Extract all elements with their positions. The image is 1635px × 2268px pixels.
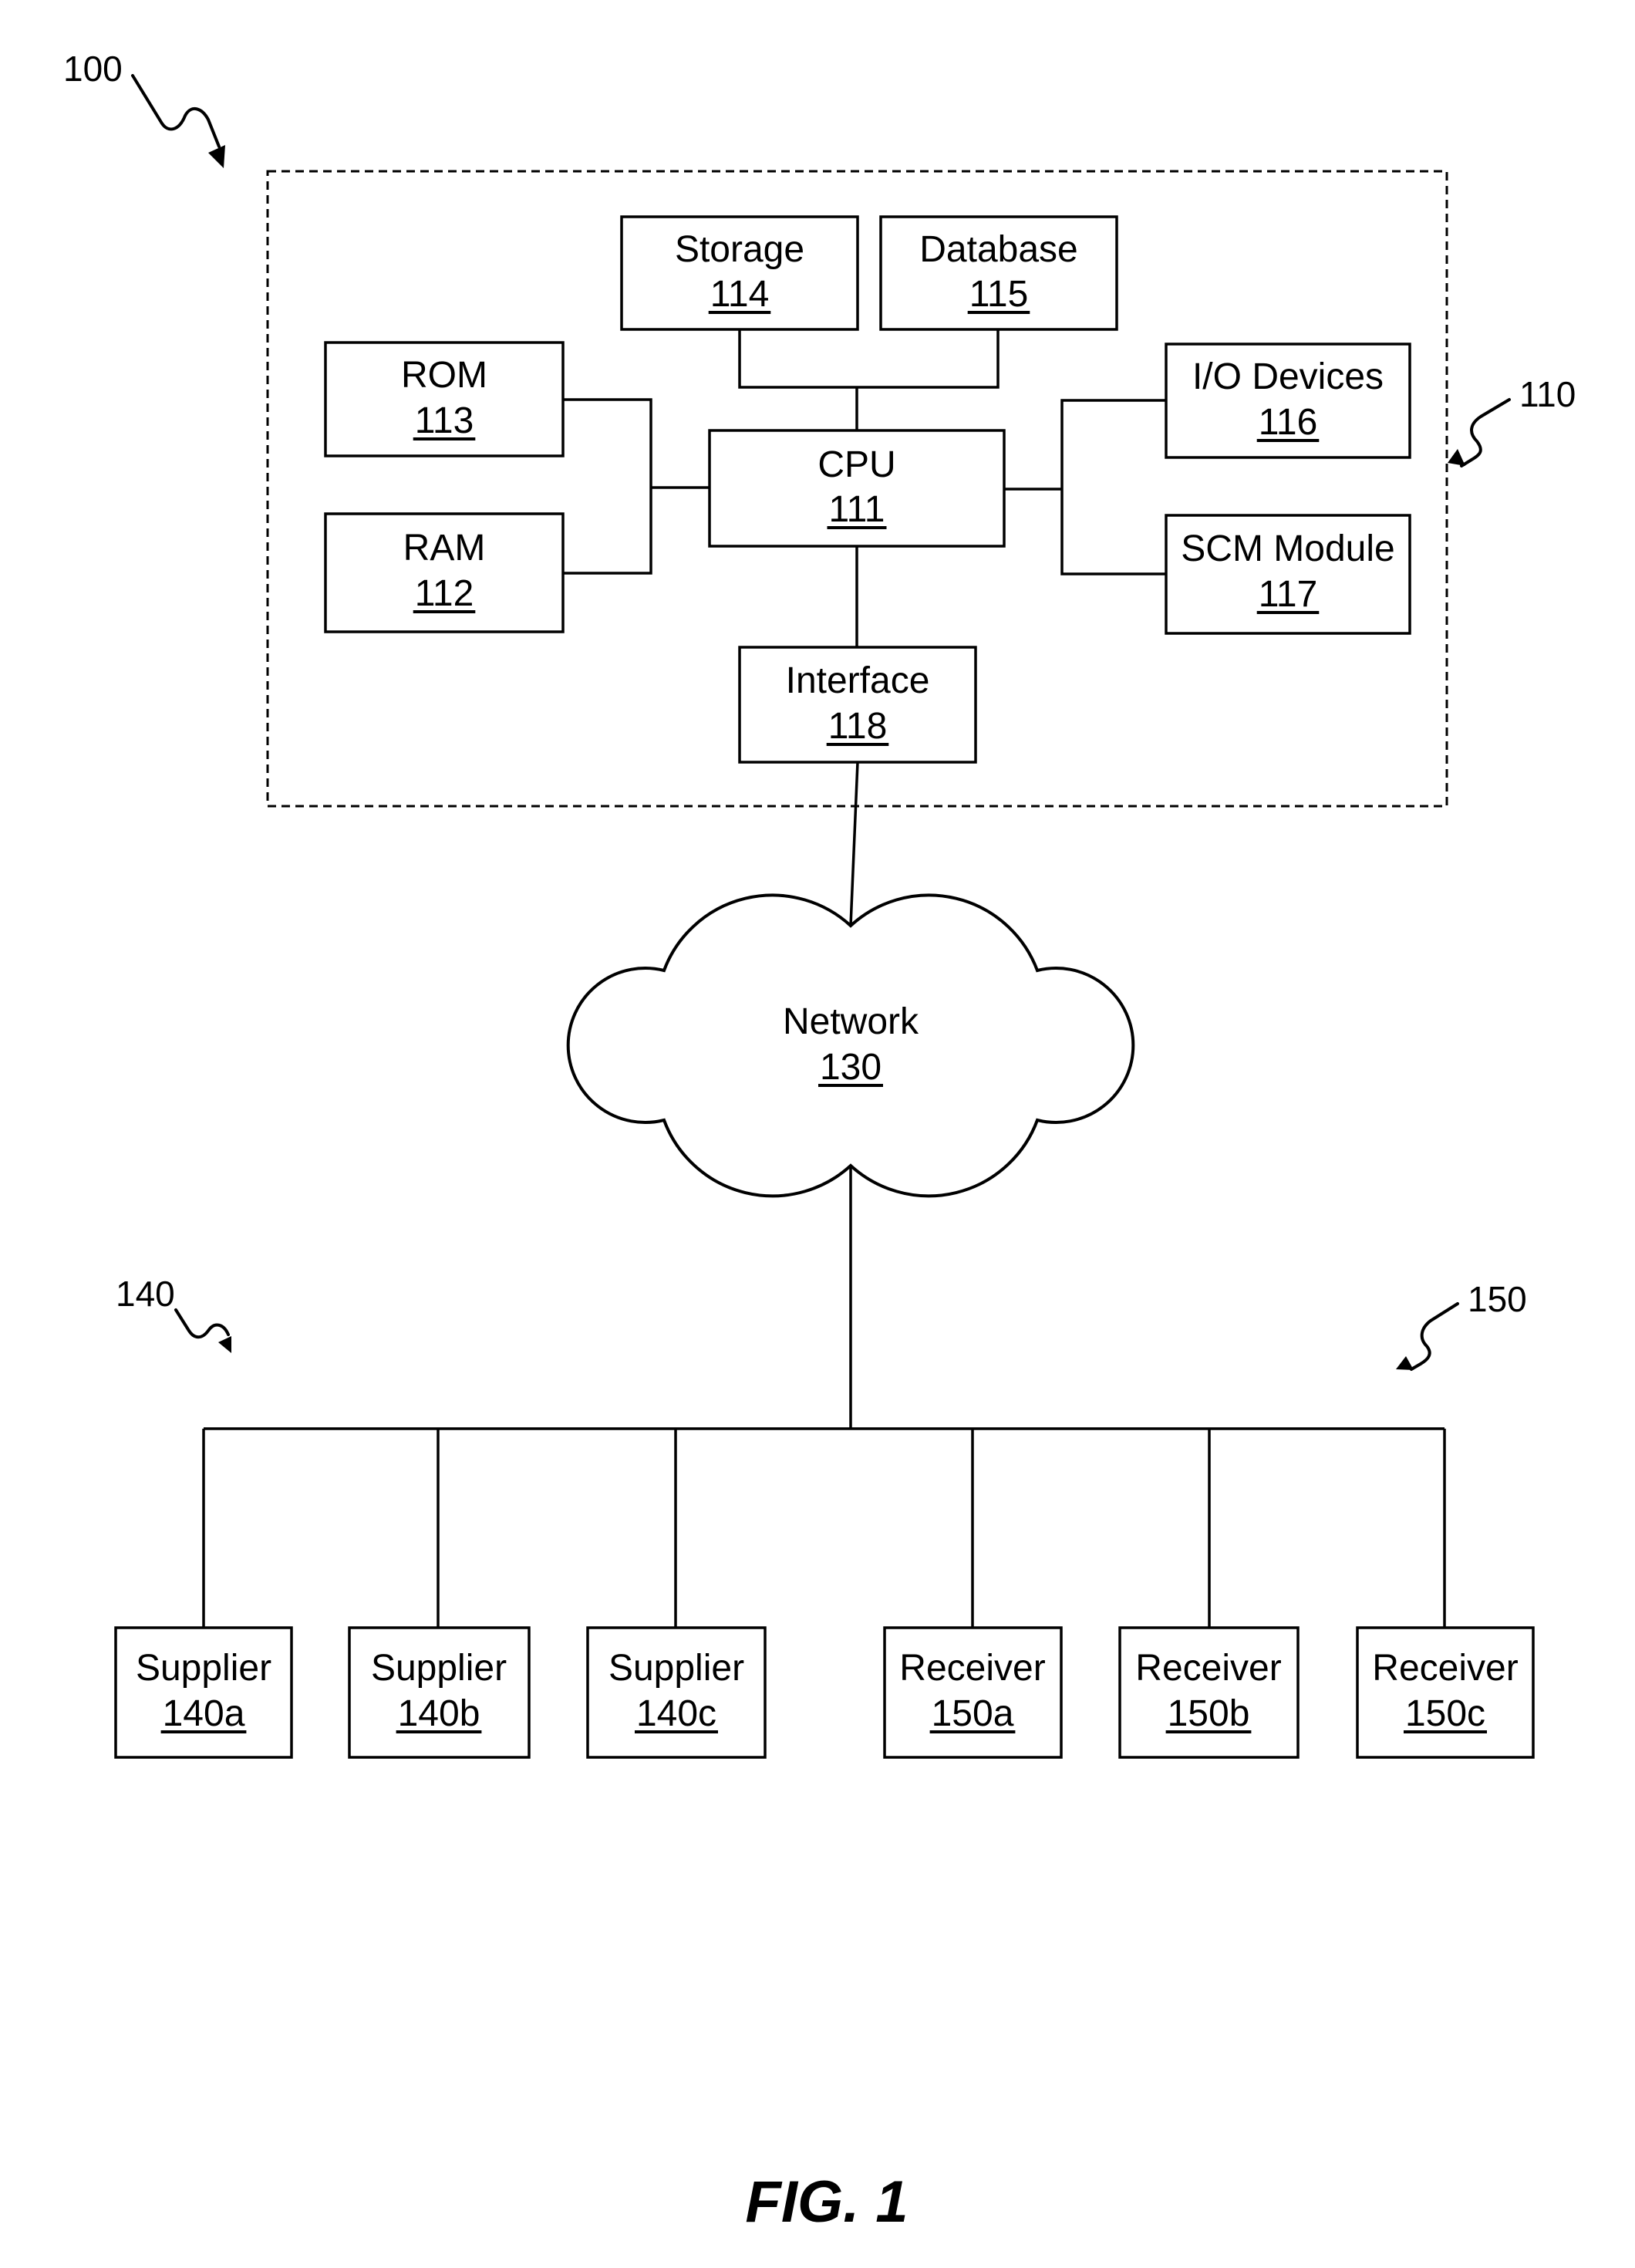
interface-label: Interface (786, 660, 930, 701)
lead-arrow-150-icon (1396, 1302, 1459, 1371)
supplier-ref: 140a (163, 1693, 245, 1734)
storage-ref: 114 (710, 274, 770, 315)
receiver-ref: 150c (1405, 1693, 1485, 1734)
database-block[interactable]: Database 115 (879, 215, 1118, 331)
lead-arrow-100-icon (131, 74, 225, 168)
supplier-label: Supplier (136, 1648, 271, 1689)
receiver-label: Receiver (899, 1648, 1045, 1689)
receiver-150c[interactable]: Receiver 150c (1356, 1626, 1535, 1759)
network-label: Network (783, 1001, 919, 1042)
interface-block[interactable]: Interface 118 (738, 646, 977, 764)
database-ref: 115 (969, 274, 1029, 315)
supplier-ref: 140b (398, 1693, 480, 1734)
system-diagram: 100 110 Storage 114 Database 115 ROM 113… (63, 49, 1576, 2235)
network-ref: 130 (820, 1047, 882, 1088)
scm-module-block[interactable]: SCM Module 117 (1165, 514, 1411, 635)
distribution-bus (202, 1166, 1446, 1628)
receiver-label: Receiver (1372, 1648, 1518, 1689)
scm-module-label: SCM Module (1181, 528, 1394, 569)
receiver-150b[interactable]: Receiver 150b (1118, 1626, 1300, 1759)
io-devices-label: I/O Devices (1192, 356, 1384, 397)
supplier-label: Supplier (371, 1648, 507, 1689)
internal-bus (563, 329, 1166, 926)
cpu-block[interactable]: CPU 111 (708, 429, 1006, 548)
supplier-140b[interactable]: Supplier 140b (348, 1626, 531, 1759)
io-devices-block[interactable]: I/O Devices 116 (1165, 343, 1411, 459)
ram-block[interactable]: RAM 112 (324, 512, 565, 633)
receiver-150a[interactable]: Receiver 150a (883, 1626, 1063, 1759)
supplier-140a[interactable]: Supplier 140a (114, 1626, 293, 1759)
ref-label-110: 110 (1519, 374, 1576, 414)
supplier-label: Supplier (608, 1648, 744, 1689)
receiver-ref: 150a (932, 1693, 1014, 1734)
cpu-ref: 111 (829, 489, 885, 530)
receiver-label: Receiver (1135, 1648, 1281, 1689)
interface-ref: 118 (828, 706, 888, 747)
database-label: Database (919, 229, 1077, 270)
ref-label-150: 150 (1468, 1279, 1527, 1319)
supplier-140c[interactable]: Supplier 140c (586, 1626, 767, 1759)
storage-block[interactable]: Storage 114 (620, 215, 859, 331)
io-devices-ref: 116 (1259, 402, 1318, 443)
rom-block[interactable]: ROM 113 (324, 341, 565, 457)
rom-label: ROM (401, 355, 487, 396)
lead-arrow-110-icon (1448, 398, 1511, 467)
ram-label: RAM (403, 528, 486, 569)
figure-caption: FIG. 1 (745, 2169, 908, 2235)
cpu-label: CPU (818, 444, 895, 485)
supplier-ref: 140c (636, 1693, 716, 1734)
ref-label-100: 100 (63, 49, 123, 89)
ref-label-140: 140 (116, 1274, 175, 1314)
storage-label: Storage (675, 229, 804, 270)
lead-arrow-140-icon (174, 1308, 231, 1353)
rom-ref: 113 (415, 400, 474, 441)
network-cloud[interactable]: Network 130 (566, 893, 1135, 1198)
scm-module-ref: 117 (1259, 574, 1318, 615)
ram-ref: 112 (415, 573, 474, 614)
cloud-icon (566, 893, 1135, 1198)
receiver-ref: 150b (1168, 1693, 1250, 1734)
